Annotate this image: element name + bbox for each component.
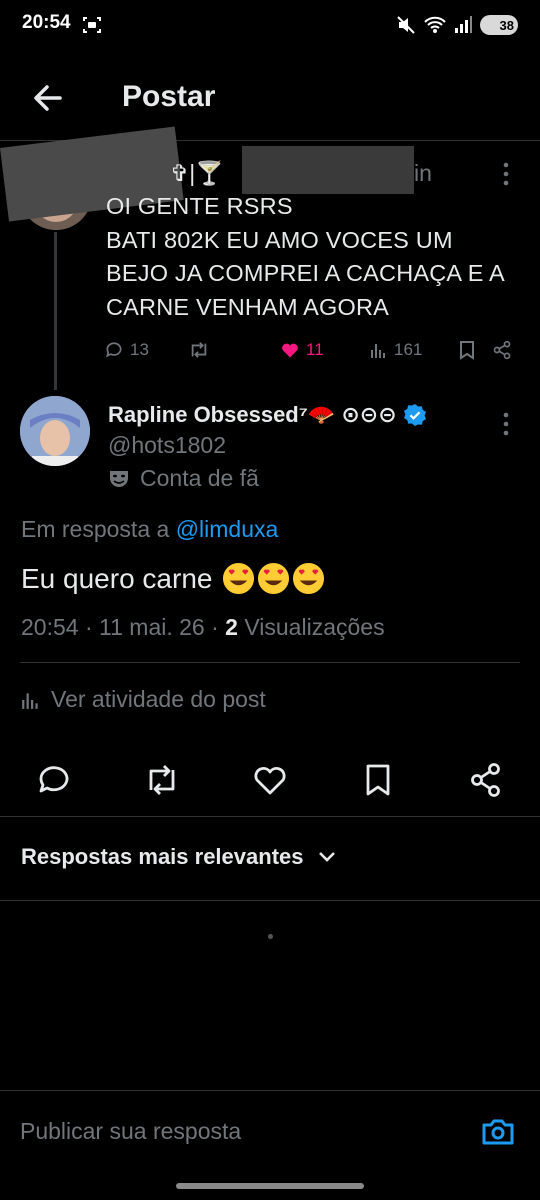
battery-level: 38 xyxy=(499,17,514,33)
reply-icon[interactable] xyxy=(34,760,74,800)
parent-tweet-line: BATI 802K EU AMO VOCES UM xyxy=(106,226,453,253)
bookmark-icon[interactable] xyxy=(358,760,398,800)
bookmark-icon xyxy=(460,341,474,360)
battery-indicator: 38 xyxy=(480,15,518,35)
parent-tweet-line: BEJO JA COMPREI A CACHAÇA E A xyxy=(106,260,505,286)
replies-sort-label: Respostas mais relevantes xyxy=(21,844,304,869)
parent-like-button[interactable]: 11 xyxy=(280,336,324,364)
more-options-icon[interactable] xyxy=(496,410,516,438)
tweet-views-count: 2 xyxy=(225,614,238,640)
author-name-row[interactable]: Rapline Obsessed⁷🪭 ⊙⊝⊝ xyxy=(108,402,427,428)
meta-divider xyxy=(20,662,520,663)
parent-reply-button[interactable]: 13 xyxy=(104,336,149,364)
sort-divider xyxy=(0,900,540,901)
reply-context: Em resposta a @limduxa xyxy=(21,516,278,543)
tweet-views-label: Visualizações xyxy=(244,614,385,640)
back-arrow-icon[interactable] xyxy=(28,78,68,118)
parent-display-name: ✞|🍸 xyxy=(170,160,224,186)
tweet-action-bar xyxy=(0,756,540,804)
heart-icon[interactable] xyxy=(250,760,290,800)
page-title: Postar xyxy=(122,80,216,113)
share-icon[interactable] xyxy=(466,760,506,800)
tweet-date: 11 mai. 26 xyxy=(99,614,205,640)
author-avatar[interactable] xyxy=(20,396,90,466)
views-icon xyxy=(22,692,38,709)
parent-handle: in xyxy=(414,160,432,186)
reply-mention-link[interactable]: @limduxa xyxy=(176,516,279,542)
repost-icon[interactable] xyxy=(142,760,182,800)
parent-reply-count: 13 xyxy=(130,340,149,359)
theater-mask-icon xyxy=(110,470,128,487)
fan-account-label: Conta de fã xyxy=(140,465,259,491)
tweet-text: Eu quero carne xyxy=(21,562,325,595)
heart-eyes-emoji-icon xyxy=(293,562,325,595)
tweet-time: 20:54 xyxy=(21,614,79,640)
heart-eyes-emoji-icon xyxy=(223,562,255,595)
replies-sort-dropdown[interactable]: Respostas mais relevantes xyxy=(21,844,336,870)
parent-repost-button[interactable] xyxy=(188,336,210,364)
status-bar: 20:54 38 xyxy=(0,0,540,50)
mute-icon xyxy=(397,16,415,34)
home-indicator[interactable] xyxy=(176,1183,364,1189)
verified-badge-icon xyxy=(403,404,426,426)
status-time: 20:54 xyxy=(22,12,71,33)
wifi-icon xyxy=(424,16,446,33)
reply-icon xyxy=(106,342,122,358)
status-icons: 38 xyxy=(396,13,518,37)
share-icon xyxy=(493,340,511,360)
reply-input[interactable]: Publicar sua resposta xyxy=(20,1118,241,1145)
parent-tweet-line: CARNE VENHAM AGORA xyxy=(106,293,390,320)
thread-line xyxy=(54,232,57,390)
post-activity-link[interactable]: Ver atividade do post xyxy=(21,686,266,713)
chevron-down-icon xyxy=(318,852,335,862)
reply-box-divider xyxy=(0,1090,540,1091)
signal-icon xyxy=(455,16,472,33)
parent-view-count: 161 xyxy=(394,340,423,359)
parent-tweet-line: OI GENTE RSRS xyxy=(106,193,293,219)
parent-views-button[interactable]: 161 xyxy=(370,336,422,364)
parent-like-count: 11 xyxy=(306,340,324,359)
author-handle[interactable]: @hots1802 xyxy=(108,432,226,459)
actions-divider xyxy=(0,816,540,817)
parent-tweet-text: OI GENTE RSRS BATI 802K EU AMO VOCES UM … xyxy=(106,190,526,324)
parent-action-bar: 13 11 161 xyxy=(104,336,524,364)
repost-icon xyxy=(191,342,207,358)
camera-icon[interactable] xyxy=(480,1114,516,1150)
loading-indicator xyxy=(268,934,273,939)
top-app-bar: Postar xyxy=(0,60,540,136)
heart-eyes-emoji-icon xyxy=(258,562,290,595)
reply-context-prefix: Em resposta a xyxy=(21,516,170,542)
parent-share-button[interactable] xyxy=(492,336,512,364)
redaction-box xyxy=(242,146,414,194)
fan-account-badge: Conta de fã xyxy=(108,465,259,492)
tweet-text-content: Eu quero carne xyxy=(21,562,213,594)
parent-bookmark-button[interactable] xyxy=(458,336,476,364)
post-activity-label: Ver atividade do post xyxy=(51,686,266,712)
screen-capture-icon xyxy=(83,17,101,33)
tweet-meta: 20:54 · 11 mai. 26 · 2 Visualizações xyxy=(21,614,385,640)
heart-filled-icon xyxy=(282,343,298,358)
author-display-name: Rapline Obsessed⁷🪭 ⊙⊝⊝ xyxy=(108,402,397,427)
more-options-icon[interactable] xyxy=(496,160,516,188)
views-icon xyxy=(371,344,385,358)
